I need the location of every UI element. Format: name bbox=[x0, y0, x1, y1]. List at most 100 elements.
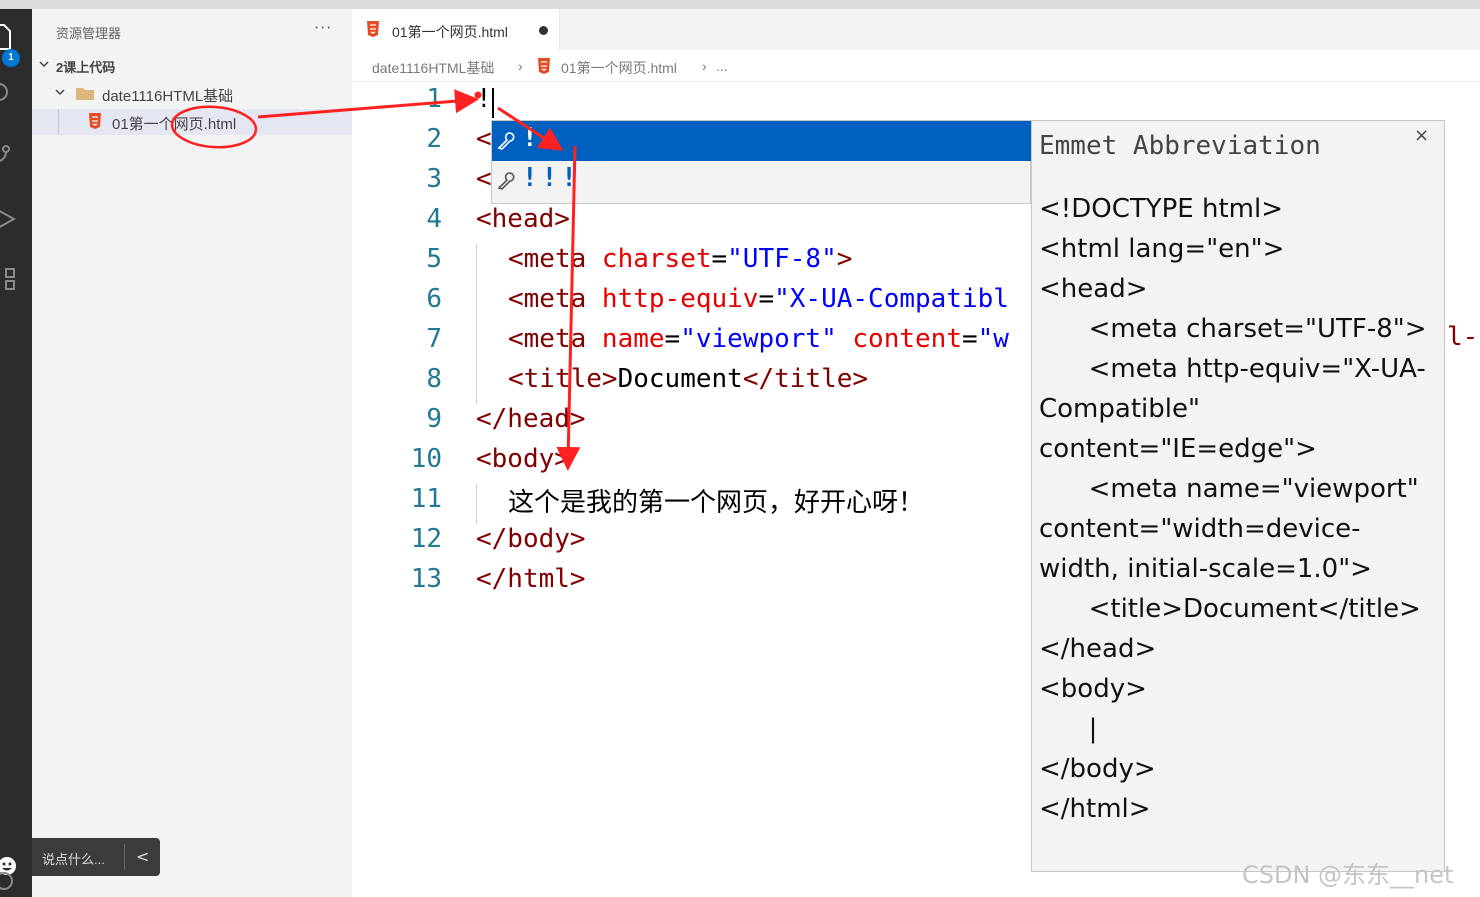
line-number: 9 bbox=[426, 404, 442, 434]
breadcrumb: date1116HTML基础 › 01第一个网页.html › ... bbox=[352, 50, 1480, 82]
code-line-3: < bbox=[476, 164, 492, 194]
breadcrumb-separator-icon: › bbox=[702, 58, 707, 74]
value-token: "X-UA-Compatibl bbox=[774, 284, 1009, 314]
line-number: 11 bbox=[410, 484, 442, 514]
preview-line: <meta http-equiv="X-UA-Compatible" conte… bbox=[1039, 354, 1426, 464]
code-line-11: 这个是我的第一个网页，好开心呀！ bbox=[508, 488, 925, 518]
explorer-badge: 1 bbox=[2, 49, 20, 67]
tag-token: <meta bbox=[508, 244, 602, 274]
close-icon[interactable]: × bbox=[1414, 125, 1429, 146]
window-top-strip bbox=[0, 0, 1480, 9]
eq-token: = bbox=[711, 244, 728, 274]
line-number: 10 bbox=[410, 444, 442, 474]
chevron-down-icon bbox=[55, 89, 65, 96]
eq-token: = bbox=[758, 284, 775, 314]
watermark: CSDN @东东__net bbox=[1242, 861, 1454, 889]
value-token: "viewport" bbox=[680, 324, 837, 354]
tag-token: > bbox=[836, 244, 853, 274]
search-icon[interactable] bbox=[0, 79, 16, 109]
html-file-icon bbox=[89, 113, 101, 129]
account-icon[interactable] bbox=[0, 869, 16, 897]
suggestion-item[interactable]: !!! bbox=[492, 161, 1032, 201]
wrench-icon bbox=[497, 132, 515, 150]
workspace-row[interactable]: 2课上代码 bbox=[32, 53, 352, 79]
line-number: 8 bbox=[426, 364, 442, 394]
preview-line: <body> bbox=[1039, 674, 1147, 704]
code-line-9: </head> bbox=[476, 404, 586, 434]
line-number: 6 bbox=[426, 284, 442, 314]
breadcrumb-folder[interactable]: date1116HTML基础 bbox=[372, 58, 494, 78]
chat-widget[interactable]: 说点什么... < bbox=[32, 838, 160, 876]
preview-line: </html> bbox=[1039, 794, 1151, 824]
suggestion-label: ! bbox=[522, 123, 542, 153]
tree-indent-guide bbox=[58, 109, 59, 135]
preview-line: <head> bbox=[1039, 274, 1148, 304]
tag-token: <meta bbox=[508, 284, 602, 314]
value-token: "UTF-8" bbox=[727, 244, 837, 274]
attr-token: content bbox=[836, 324, 962, 354]
breadcrumb-separator-icon: › bbox=[518, 58, 523, 74]
text-cursor bbox=[492, 88, 494, 118]
chat-placeholder[interactable]: 说点什么... bbox=[42, 849, 105, 868]
line-number: 3 bbox=[426, 164, 442, 194]
line-number: 5 bbox=[426, 244, 442, 274]
code-line-1: ! bbox=[476, 84, 492, 114]
preview-line: <html lang="en"> bbox=[1039, 234, 1285, 264]
details-preview: <!DOCTYPE html> <html lang="en"> <head> … bbox=[1039, 189, 1439, 829]
code-line-10: <body> bbox=[476, 444, 570, 474]
wrench-icon bbox=[497, 172, 515, 190]
suggestion-item[interactable]: ! bbox=[492, 121, 1032, 161]
text-token: Document bbox=[617, 364, 743, 394]
details-title: Emmet Abbreviation bbox=[1039, 131, 1321, 161]
eq-token: = bbox=[961, 324, 978, 354]
code-line-6: <meta http-equiv="X-UA-Compatibl bbox=[508, 284, 1009, 314]
suggestion-label: !!! bbox=[522, 163, 581, 193]
value-token: "w bbox=[977, 324, 1009, 354]
unsaved-dot-icon[interactable] bbox=[539, 26, 548, 35]
collapse-chat-button[interactable]: < bbox=[136, 847, 149, 866]
workspace-label: 2课上代码 bbox=[56, 60, 116, 75]
line-number: 2 bbox=[426, 124, 442, 154]
more-actions-button[interactable]: ··· bbox=[314, 18, 332, 37]
code-overflow-text: l- bbox=[1447, 322, 1479, 352]
code-line-8: <title>Document</title> bbox=[508, 364, 868, 394]
file-row[interactable]: 01第一个网页.html bbox=[32, 109, 352, 135]
preview-line: </head> bbox=[1039, 634, 1157, 664]
folder-row[interactable]: date1116HTML基础 bbox=[32, 81, 352, 107]
activity-bar: 1 bbox=[0, 9, 32, 897]
attr-token: name bbox=[601, 324, 665, 354]
line-number: 13 bbox=[410, 564, 442, 594]
line-number: 4 bbox=[426, 204, 442, 234]
code-line-7: <meta name="viewport" content="w bbox=[508, 324, 1009, 354]
indent-guide bbox=[476, 484, 477, 524]
tag-token: <meta bbox=[508, 324, 602, 354]
folder-label: date1116HTML基础 bbox=[102, 88, 234, 105]
line-number: 7 bbox=[426, 324, 442, 354]
eq-token: = bbox=[664, 324, 681, 354]
attr-token: charset bbox=[601, 244, 712, 274]
source-control-icon[interactable] bbox=[0, 141, 16, 171]
folder-icon bbox=[76, 88, 94, 100]
code-line-12: </body> bbox=[476, 524, 586, 554]
chat-divider bbox=[124, 844, 125, 870]
preview-line: | bbox=[1039, 714, 1098, 744]
run-debug-icon[interactable] bbox=[0, 203, 16, 233]
line-number: 12 bbox=[410, 524, 442, 554]
explorer-sidebar: 资源管理器 ··· 2课上代码 date1116HTML基础 01第一个网页.h… bbox=[32, 9, 352, 897]
code-line-4: <head> bbox=[476, 204, 570, 234]
breadcrumb-file[interactable]: 01第一个网页.html bbox=[561, 58, 677, 78]
preview-line: </body> bbox=[1039, 754, 1156, 784]
code-line-13: </html> bbox=[476, 564, 586, 594]
line-number: 1 bbox=[426, 84, 442, 114]
preview-line: <meta name="viewport" content="width=dev… bbox=[1039, 474, 1427, 584]
tab-label: 01第一个网页.html bbox=[392, 24, 508, 40]
tab-active-file[interactable]: 01第一个网页.html bbox=[352, 9, 560, 50]
preview-line: <title>Document</title> bbox=[1039, 594, 1421, 624]
extensions-icon[interactable] bbox=[0, 265, 16, 295]
editor-tab-bar: 01第一个网页.html bbox=[352, 9, 1480, 50]
preview-line: <!DOCTYPE html> bbox=[1039, 194, 1283, 224]
attr-token: http-equiv bbox=[601, 284, 759, 314]
chevron-down-icon bbox=[39, 61, 49, 68]
code-line-2: < bbox=[476, 124, 492, 154]
breadcrumb-symbols[interactable]: ... bbox=[716, 58, 728, 74]
